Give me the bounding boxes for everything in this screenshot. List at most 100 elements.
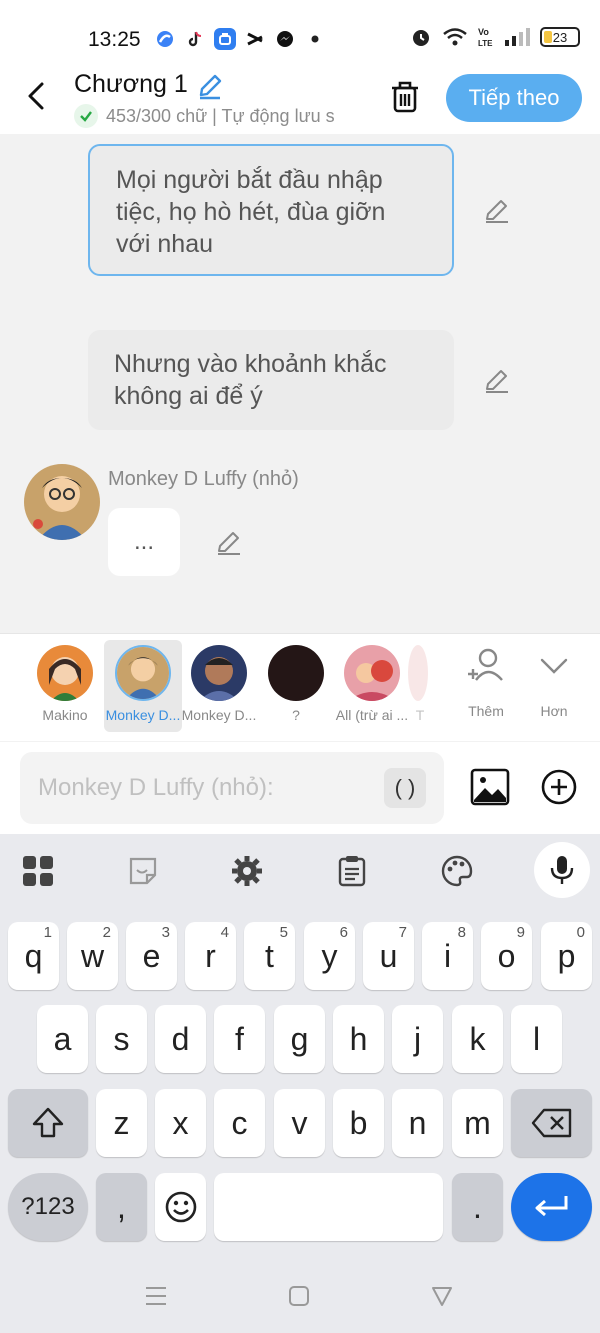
svg-text:Vo: Vo — [478, 27, 489, 37]
chevron-down-icon — [540, 658, 568, 674]
key-y[interactable]: y6 — [304, 922, 355, 990]
parenthesis-button[interactable]: ( ) — [384, 768, 426, 808]
key-label: o — [497, 937, 516, 974]
menu-icon[interactable] — [144, 1284, 168, 1308]
tiktok-icon — [184, 28, 206, 50]
status-bar: 13:25 Vo LTE 23 — [0, 0, 600, 70]
comma-key[interactable]: , — [96, 1173, 147, 1241]
key-t[interactable]: t5 — [244, 922, 295, 990]
story-chat-area: Mọi người bắt đầu nhập tiệc, họ hò hét, … — [0, 134, 600, 632]
add-circle-icon[interactable] — [540, 768, 578, 806]
key-hint: 9 — [516, 924, 525, 941]
key-x[interactable]: x — [155, 1089, 206, 1157]
narration-bubble-1[interactable]: Mọi người bắt đầu nhập tiệc, họ hò hét, … — [88, 144, 454, 276]
key-e[interactable]: e3 — [126, 922, 177, 990]
edit-title-pencil-icon[interactable] — [196, 72, 224, 100]
add-person-icon — [468, 648, 503, 681]
status-time: 13:25 — [88, 28, 141, 51]
key-label: w — [80, 937, 105, 974]
on-screen-keyboard: q1 w2 e3 r4 t5 y6 u7 i8 o9 p0 a s d f g … — [0, 834, 600, 1333]
key-m[interactable]: m — [452, 1089, 503, 1157]
dot-icon — [304, 28, 326, 50]
shift-key[interactable] — [8, 1089, 88, 1157]
message-input[interactable] — [20, 752, 444, 824]
edit-pencil-icon[interactable] — [482, 196, 512, 226]
character-avatar — [191, 645, 247, 701]
wifi-icon — [443, 28, 467, 46]
microphone-button[interactable] — [534, 842, 590, 898]
key-b[interactable]: b — [333, 1089, 384, 1157]
key-hint: 2 — [102, 924, 111, 941]
composer: ( ) — [0, 742, 600, 834]
emoji-key[interactable] — [155, 1173, 206, 1241]
emoji-icon — [165, 1191, 196, 1223]
symbols-key[interactable]: ?123 — [8, 1173, 88, 1241]
key-hint: 4 — [220, 924, 229, 941]
key-a[interactable]: a — [37, 1005, 88, 1073]
dialogue-bubble[interactable]: ... — [108, 508, 180, 576]
period-key[interactable]: . — [452, 1173, 503, 1241]
character-luffy-small[interactable]: Monkey D... — [104, 640, 182, 732]
luffy-avatar[interactable] — [24, 464, 100, 540]
backspace-key[interactable] — [511, 1089, 592, 1157]
key-label: t — [265, 937, 274, 974]
key-s[interactable]: s — [96, 1005, 147, 1073]
back-triangle-icon[interactable] — [430, 1284, 454, 1308]
character-avatar — [268, 645, 324, 701]
palette-icon[interactable] — [440, 854, 474, 888]
edit-pencil-icon[interactable] — [482, 366, 512, 396]
key-label: u — [379, 937, 398, 974]
character-makino[interactable]: Makino — [26, 640, 104, 732]
apps-grid-icon[interactable] — [21, 854, 55, 888]
key-g[interactable]: g — [274, 1005, 325, 1073]
more-characters-button[interactable]: Hơn — [524, 644, 584, 719]
key-p[interactable]: p0 — [541, 922, 592, 990]
editor-header: Chương 1 453/300 chữ | Tự động lưu s Tiế… — [0, 70, 600, 134]
alarm-icon — [413, 30, 429, 46]
key-i[interactable]: i8 — [422, 922, 473, 990]
next-button[interactable]: Tiếp theo — [446, 74, 582, 122]
key-r[interactable]: r4 — [185, 922, 236, 990]
enter-key[interactable] — [511, 1173, 592, 1241]
character-monkey-d[interactable]: Monkey D... — [180, 640, 258, 732]
trash-icon[interactable] — [386, 78, 424, 116]
word-count-text: 453/300 chữ | Tự động lưu s — [106, 105, 335, 126]
narration-bubble-2[interactable]: Nhưng vào khoảnh khắc không ai để ý — [88, 330, 454, 430]
gear-icon[interactable] — [230, 854, 264, 888]
clipboard-icon[interactable] — [335, 854, 369, 888]
system-nav-bar — [0, 1262, 600, 1333]
edit-pencil-icon[interactable] — [214, 528, 244, 558]
key-u[interactable]: u7 — [363, 922, 414, 990]
key-l[interactable]: l — [511, 1005, 562, 1073]
key-o[interactable]: o9 — [481, 922, 532, 990]
key-j[interactable]: j — [392, 1005, 443, 1073]
home-square-icon[interactable] — [287, 1284, 311, 1308]
store-icon — [214, 28, 236, 50]
character-unknown[interactable]: ? — [257, 640, 335, 732]
key-f[interactable]: f — [214, 1005, 265, 1073]
space-key[interactable] — [214, 1173, 443, 1241]
battery-level: 23 — [552, 29, 568, 45]
status-app-icons — [154, 28, 326, 50]
character-partial[interactable]: T — [408, 640, 436, 732]
key-label: y — [321, 937, 338, 974]
key-d[interactable]: d — [155, 1005, 206, 1073]
image-icon[interactable] — [470, 768, 510, 806]
key-q[interactable]: q1 — [8, 922, 59, 990]
back-arrow-icon[interactable] — [20, 78, 56, 114]
shift-icon — [32, 1107, 64, 1138]
key-c[interactable]: c — [214, 1089, 265, 1157]
character-all-except[interactable]: All (trừ ai ... — [333, 640, 411, 732]
key-h[interactable]: h — [333, 1005, 384, 1073]
add-character-button[interactable]: Thêm — [456, 644, 516, 719]
character-label: Monkey D... — [105, 707, 181, 723]
key-w[interactable]: w2 — [67, 922, 118, 990]
key-label: e — [142, 937, 161, 974]
key-label: r — [205, 937, 216, 974]
key-k[interactable]: k — [452, 1005, 503, 1073]
sticker-icon[interactable] — [126, 854, 160, 888]
key-n[interactable]: n — [392, 1089, 443, 1157]
key-hint: 0 — [576, 924, 585, 941]
key-z[interactable]: z — [96, 1089, 147, 1157]
key-v[interactable]: v — [274, 1089, 325, 1157]
